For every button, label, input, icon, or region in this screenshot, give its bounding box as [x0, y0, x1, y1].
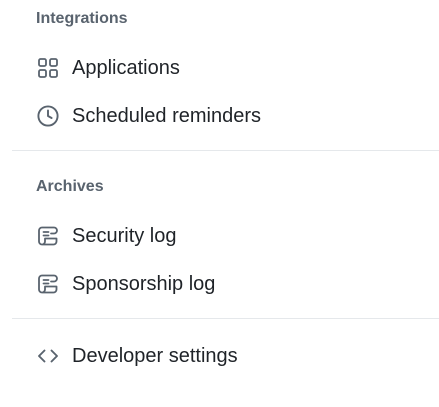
code-icon — [35, 343, 61, 369]
apps-icon — [35, 55, 61, 81]
sidebar-item-label: Developer settings — [72, 345, 238, 367]
section-divider — [12, 318, 439, 319]
sidebar-item-label: Sponsorship log — [72, 273, 216, 295]
sidebar-item-security-log[interactable]: Security log — [20, 216, 430, 256]
sidebar-item-sponsorship-log[interactable]: Sponsorship log — [20, 264, 430, 304]
log-icon — [35, 271, 61, 297]
sidebar-item-developer-settings[interactable]: Developer settings — [20, 336, 430, 376]
sidebar-item-label: Applications — [72, 57, 180, 79]
archives-heading: Archives — [36, 178, 104, 195]
sidebar-item-applications[interactable]: Applications — [20, 48, 430, 88]
clock-icon — [35, 103, 61, 129]
integrations-heading: Integrations — [36, 10, 128, 27]
sidebar-item-label: Scheduled reminders — [72, 105, 261, 127]
log-icon — [35, 223, 61, 249]
sidebar-item-label: Security log — [72, 225, 177, 247]
sidebar-item-scheduled-reminders[interactable]: Scheduled reminders — [20, 96, 430, 136]
section-divider — [12, 150, 439, 151]
